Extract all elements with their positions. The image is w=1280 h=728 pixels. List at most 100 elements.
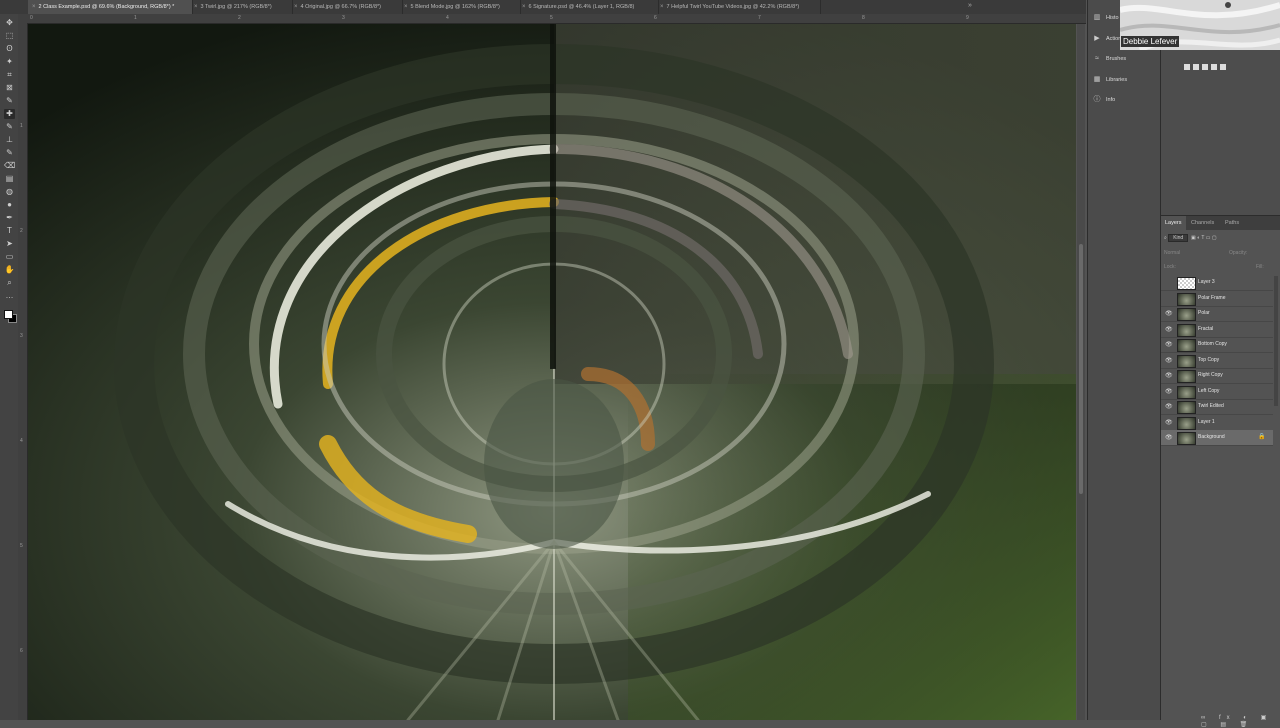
close-tab-icon[interactable]: × xyxy=(194,4,198,10)
panel-button-label: Libraries xyxy=(1106,76,1128,83)
horizontal-ruler[interactable]: 0 1 2 3 4 5 6 7 8 9 xyxy=(18,14,1086,24)
ruler-tick-label: 3 xyxy=(342,15,345,21)
mini-icon[interactable] xyxy=(1193,64,1199,70)
ruler-tick-label: 9 xyxy=(966,15,969,21)
tabs-overflow-icon[interactable]: » xyxy=(968,2,972,9)
layer-name: Background xyxy=(1198,434,1225,440)
layer-row[interactable]: 👁 Bottom Copy xyxy=(1161,337,1273,353)
ruler-tick-label: 6 xyxy=(20,648,23,654)
collapsed-panels-column: ▥ Histo ▶ Action ≈ Brushes ▦ Libraries ⓘ Info xyxy=(1087,0,1160,720)
mini-icon[interactable] xyxy=(1211,64,1217,70)
close-tab-icon[interactable]: × xyxy=(660,4,664,10)
mini-icon[interactable] xyxy=(1220,64,1226,70)
frame-icon[interactable]: ⊠ xyxy=(4,83,15,93)
visibility-eye-icon[interactable]: 👁 xyxy=(1165,357,1173,364)
layer-row[interactable]: Polar Frame xyxy=(1161,291,1273,307)
brush-icon[interactable]: ✎ xyxy=(4,122,15,132)
panel-button-info[interactable]: ⓘ Info xyxy=(1092,92,1156,108)
panel-button-label: Action xyxy=(1106,35,1122,42)
vertical-ruler[interactable]: 1 2 3 4 5 6 xyxy=(18,23,28,720)
mini-icon[interactable] xyxy=(1202,64,1208,70)
actions-icon: ▶ xyxy=(1094,34,1100,42)
visibility-eye-icon[interactable]: 👁 xyxy=(1165,326,1173,333)
tab-layers[interactable]: Layers xyxy=(1161,216,1186,230)
visibility-eye-icon[interactable]: 👁 xyxy=(1165,434,1173,441)
blend-mode-select[interactable]: Normal xyxy=(1164,250,1180,256)
layers-scrollbar[interactable] xyxy=(1274,276,1278,406)
document-tab[interactable]: × 7 Helpful Twirl YouTube Videos.jpg @ 42… xyxy=(656,0,821,14)
visibility-eye-icon[interactable]: 👁 xyxy=(1165,372,1173,379)
panel-button-libraries[interactable]: ▦ Libraries xyxy=(1092,72,1156,88)
layer-row[interactable]: 👁 Left Copy xyxy=(1161,384,1273,400)
close-tab-icon[interactable]: × xyxy=(404,4,408,10)
layer-thumbnail xyxy=(1177,308,1196,321)
layer-row[interactable]: 👁 Top Copy xyxy=(1161,353,1273,369)
foreground-color-swatch[interactable] xyxy=(4,310,13,319)
type-icon[interactable]: T xyxy=(4,226,15,236)
filter-kind-select[interactable]: Kind xyxy=(1168,234,1189,242)
magic-wand-icon[interactable]: ✦ xyxy=(4,57,15,67)
marquee-icon[interactable]: ⬚ xyxy=(4,31,15,41)
move-icon[interactable]: ✥ xyxy=(4,18,15,28)
brushes-icon: ≈ xyxy=(1095,55,1099,62)
more-icon[interactable]: … xyxy=(4,291,15,301)
visibility-eye-icon[interactable]: 👁 xyxy=(1165,310,1173,317)
layer-thumbnail xyxy=(1177,401,1196,414)
eraser-icon[interactable]: ⌫ xyxy=(4,161,15,171)
document-tab[interactable]: × 5 Blend Mode.jpg @ 162% (RGB/8*) xyxy=(400,0,521,14)
pen-icon[interactable]: ✒ xyxy=(4,213,15,223)
tab-channels[interactable]: Channels xyxy=(1187,216,1218,230)
layer-thumbnail xyxy=(1177,339,1196,352)
gradient-icon[interactable]: ▤ xyxy=(4,174,15,184)
visibility-eye-icon[interactable]: 👁 xyxy=(1165,341,1173,348)
document-tab[interactable]: × 2 Class Example.psd @ 69.6% (Background… xyxy=(28,0,193,14)
history-brush-icon[interactable]: ✎ xyxy=(4,148,15,158)
fill-label[interactable]: Fill: xyxy=(1256,264,1264,270)
search-icon: ⌕ xyxy=(1164,235,1167,241)
layer-row[interactable]: 👁 Polar xyxy=(1161,306,1273,322)
healing-brush-icon[interactable]: ✚ xyxy=(4,109,15,119)
layer-thumbnail xyxy=(1177,277,1196,290)
layer-row[interactable]: 👁 Twirl Edited xyxy=(1161,399,1273,415)
tab-paths[interactable]: Paths xyxy=(1221,216,1243,230)
lasso-icon[interactable]: ʘ xyxy=(4,44,15,54)
mini-icon[interactable] xyxy=(1184,64,1190,70)
ruler-tick-label: 3 xyxy=(20,333,23,339)
clone-stamp-icon[interactable]: ⊥ xyxy=(4,135,15,145)
path-select-icon[interactable]: ➤ xyxy=(4,239,15,249)
close-tab-icon[interactable]: × xyxy=(32,4,36,10)
document-tab[interactable]: × 3 Twirl.jpg @ 217% (RGB/8*) xyxy=(190,0,293,14)
document-tab[interactable]: × 6 Signature.psd @ 46.4% (Layer 1, RGB/8… xyxy=(518,0,659,14)
hand-icon[interactable]: ✋ xyxy=(4,265,15,275)
crop-icon[interactable]: ⌗ xyxy=(4,70,15,80)
lock-label: Lock: xyxy=(1164,264,1176,270)
document-tab-bar: × 2 Class Example.psd @ 69.6% (Background… xyxy=(0,0,1086,15)
layer-row[interactable]: 👁 Fractal xyxy=(1161,322,1273,338)
layer-name: Layer 1 xyxy=(1198,418,1215,425)
visibility-eye-icon[interactable]: 👁 xyxy=(1165,403,1173,410)
blur-icon[interactable]: ◍ xyxy=(4,187,15,197)
rectangle-icon[interactable]: ▭ xyxy=(4,252,15,262)
layer-row[interactable]: 👁 Background 🔒 xyxy=(1161,430,1273,446)
layer-name: Top Copy xyxy=(1198,356,1220,363)
close-tab-icon[interactable]: × xyxy=(294,4,298,10)
filter-type-icons[interactable]: ▣ ◐ T ▭ ▢ xyxy=(1190,235,1217,241)
layer-row[interactable]: 👁 Layer 1 xyxy=(1161,415,1273,431)
visibility-eye-icon[interactable]: 👁 xyxy=(1165,388,1173,395)
dodge-icon[interactable]: ● xyxy=(4,200,15,210)
visibility-eye-icon[interactable]: 👁 xyxy=(1165,419,1173,426)
layer-row[interactable]: 👁 Right Copy xyxy=(1161,368,1273,384)
panel-button-brushes[interactable]: ≈ Brushes xyxy=(1092,51,1156,67)
zoom-icon[interactable]: ⌕ xyxy=(4,278,15,288)
layer-row[interactable]: Layer 3 xyxy=(1161,275,1273,291)
properties-mini-icons xyxy=(1184,57,1229,70)
ruler-tick-label: 2 xyxy=(20,228,23,234)
layers-footer-icons[interactable]: ∞ fx ◐ ▣ ▢ ▤ 🗑 xyxy=(1201,714,1280,728)
eyedropper-icon[interactable]: ✎ xyxy=(4,96,15,106)
document-canvas[interactable] xyxy=(28,24,1076,720)
scrollbar-thumb[interactable] xyxy=(1079,244,1083,494)
document-tab[interactable]: × 4 Original.jpg @ 66.7% (RGB/8*) xyxy=(290,0,403,14)
opacity-label[interactable]: Opacity: xyxy=(1229,250,1247,256)
canvas-vertical-scrollbar[interactable] xyxy=(1077,24,1085,720)
close-tab-icon[interactable]: × xyxy=(522,4,526,10)
